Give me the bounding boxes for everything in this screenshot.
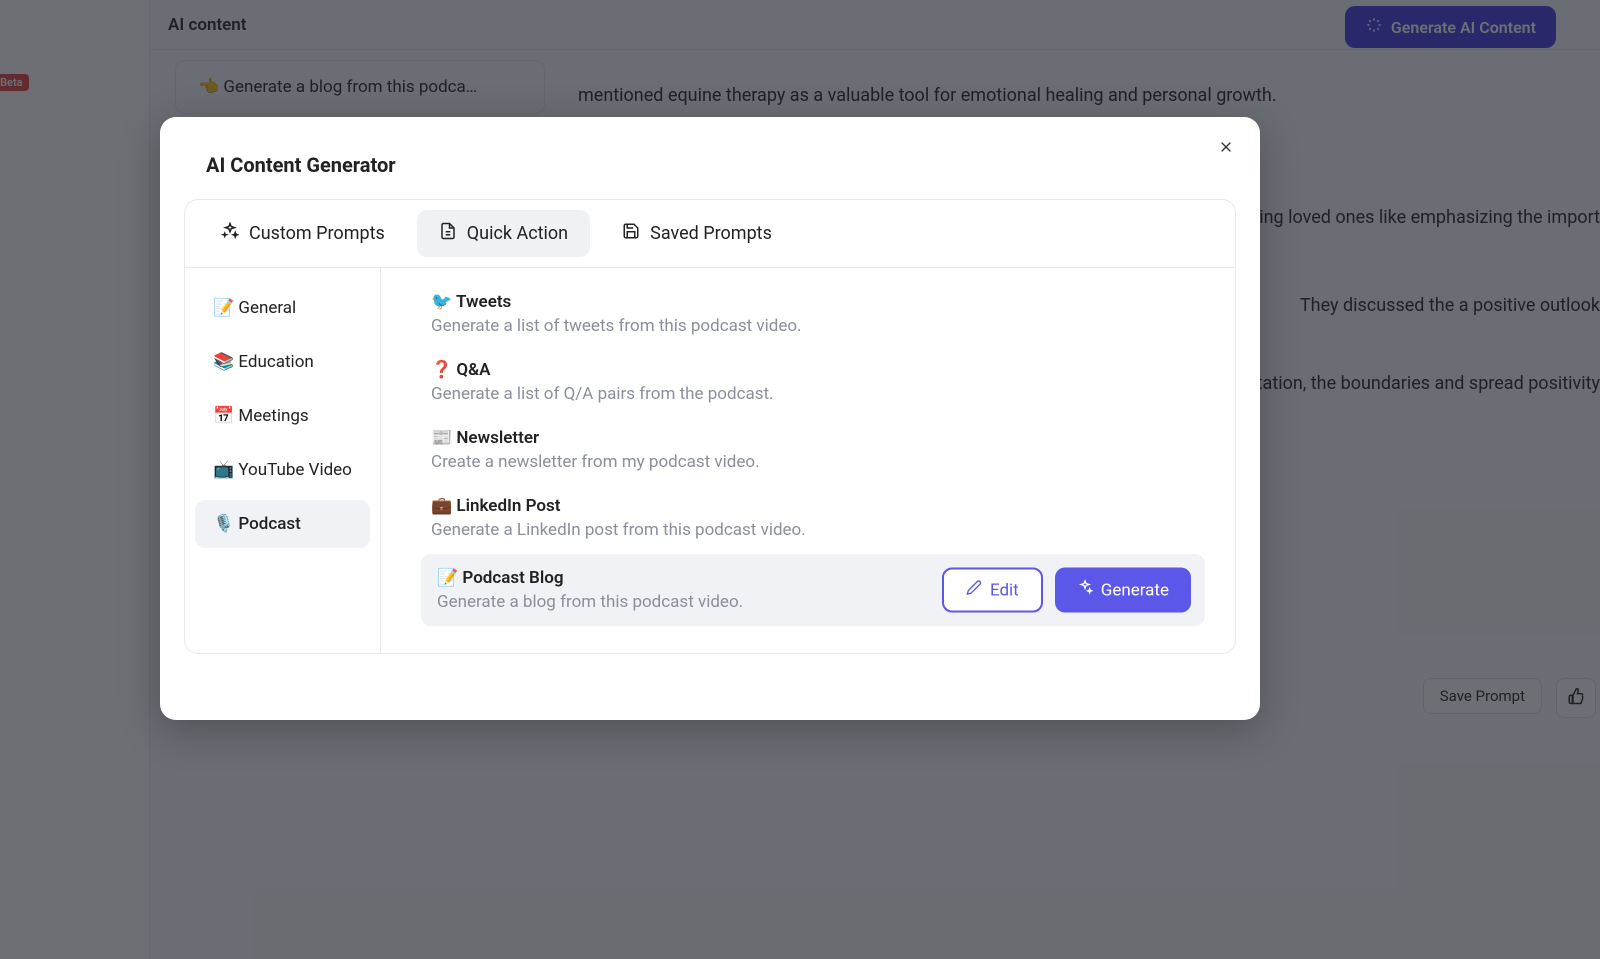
action-title: 🐦 Tweets xyxy=(431,292,1195,312)
action-title: ❓ Q&A xyxy=(431,360,1195,380)
tab-saved-prompts[interactable]: Saved Prompts xyxy=(600,210,794,257)
tab-quick-action[interactable]: Quick Action xyxy=(417,210,590,257)
action-qa[interactable]: ❓ Q&A Generate a list of Q/A pairs from … xyxy=(421,350,1205,418)
modal-tabs: Custom Prompts Quick Action Saved Prompt… xyxy=(185,200,1235,268)
action-linkedin[interactable]: 💼 LinkedIn Post Generate a LinkedIn post… xyxy=(421,486,1205,554)
category-youtube[interactable]: 📺 YouTube Video xyxy=(195,446,370,494)
pencil-icon xyxy=(966,580,982,601)
close-button[interactable] xyxy=(1212,135,1240,163)
close-icon xyxy=(1218,139,1234,160)
tab-label: Custom Prompts xyxy=(249,223,385,244)
category-podcast[interactable]: 🎙️ Podcast xyxy=(195,500,370,548)
action-desc: Generate a LinkedIn post from this podca… xyxy=(431,520,1195,540)
generate-button[interactable]: Generate xyxy=(1055,568,1191,613)
action-desc: Generate a list of tweets from this podc… xyxy=(431,316,1195,336)
action-podcast-blog[interactable]: 📝 Podcast Blog Generate a blog from this… xyxy=(421,554,1205,626)
modal-panel: Custom Prompts Quick Action Saved Prompt… xyxy=(184,199,1236,654)
category-education[interactable]: 📚 Education xyxy=(195,338,370,386)
generate-label: Generate xyxy=(1101,580,1169,600)
sparkles-icon xyxy=(1077,580,1093,601)
category-meetings[interactable]: 📅 Meetings xyxy=(195,392,370,440)
category-sidebar: 📝 General 📚 Education 📅 Meetings 📺 YouTu… xyxy=(185,268,381,653)
category-general[interactable]: 📝 General xyxy=(195,284,370,332)
sparkles-icon xyxy=(221,222,239,245)
actions-list: 🐦 Tweets Generate a list of tweets from … xyxy=(381,268,1235,653)
action-title: 📰 Newsletter xyxy=(431,428,1195,448)
tab-custom-prompts[interactable]: Custom Prompts xyxy=(199,210,407,257)
modal-title: AI Content Generator xyxy=(184,147,1236,199)
tab-label: Quick Action xyxy=(467,223,568,244)
action-tweets[interactable]: 🐦 Tweets Generate a list of tweets from … xyxy=(421,282,1205,350)
action-desc: Generate a list of Q/A pairs from the po… xyxy=(431,384,1195,404)
action-newsletter[interactable]: 📰 Newsletter Create a newsletter from my… xyxy=(421,418,1205,486)
modal-body: 📝 General 📚 Education 📅 Meetings 📺 YouTu… xyxy=(185,268,1235,653)
action-desc: Create a newsletter from my podcast vide… xyxy=(431,452,1195,472)
tab-label: Saved Prompts xyxy=(650,223,772,244)
action-title: 💼 LinkedIn Post xyxy=(431,496,1195,516)
save-icon xyxy=(622,222,640,245)
action-buttons: Edit Generate xyxy=(942,568,1191,613)
document-icon xyxy=(439,222,457,245)
ai-content-generator-modal: AI Content Generator Custom Prompts Quic… xyxy=(160,117,1260,720)
edit-button[interactable]: Edit xyxy=(942,568,1043,613)
edit-label: Edit xyxy=(990,580,1019,600)
